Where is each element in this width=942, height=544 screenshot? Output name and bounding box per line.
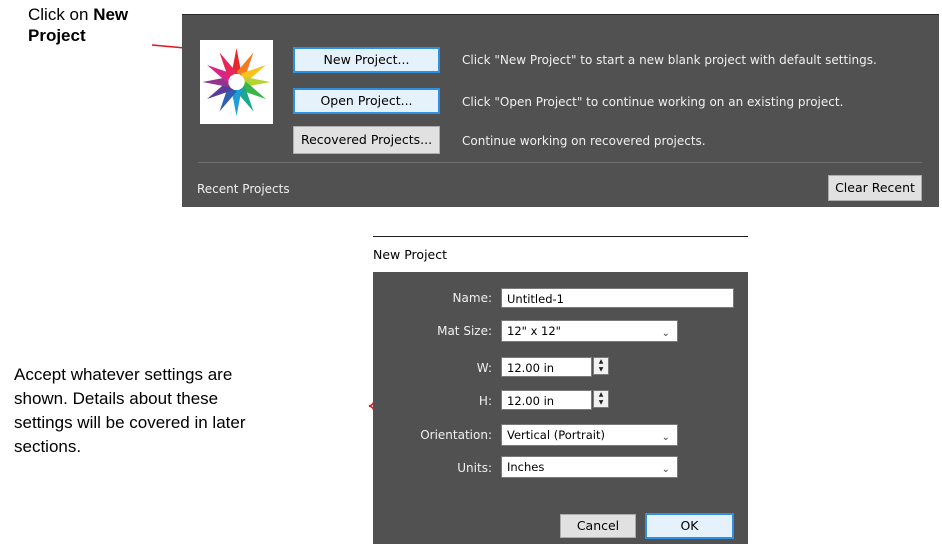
orientation-select[interactable]: Vertical (Portrait) ⌄ [501, 424, 678, 446]
units-select[interactable]: Inches ⌄ [501, 456, 678, 478]
height-stepper[interactable]: ▲ ▼ [593, 390, 609, 408]
stepper-down-icon[interactable]: ▼ [594, 366, 608, 374]
cancel-button[interactable]: Cancel [560, 514, 636, 538]
width-field[interactable]: 12.00 in [501, 357, 592, 377]
mat-size-value: 12" x 12" [507, 324, 561, 338]
chevron-down-icon: ⌄ [661, 432, 670, 443]
chevron-down-icon: ⌄ [661, 328, 670, 339]
dialog-title: New Project [373, 247, 448, 262]
width-label: W: [476, 361, 492, 375]
name-field[interactable]: Untitled-1 [501, 288, 734, 308]
height-field[interactable]: 12.00 in [501, 390, 592, 410]
orientation-label: Orientation: [420, 428, 492, 442]
mat-size-select[interactable]: 12" x 12" ⌄ [501, 320, 678, 342]
name-label: Name: [452, 291, 492, 305]
units-value: Inches [507, 460, 545, 474]
orientation-value: Vertical (Portrait) [507, 428, 605, 442]
stepper-up-icon[interactable]: ▲ [594, 358, 608, 366]
stepper-down-icon[interactable]: ▼ [594, 399, 608, 407]
height-label: H: [478, 394, 492, 408]
stepper-up-icon[interactable]: ▲ [594, 391, 608, 399]
chevron-down-icon: ⌄ [661, 464, 670, 475]
mat-size-label: Mat Size: [437, 324, 492, 338]
units-label: Units: [457, 461, 492, 475]
width-stepper[interactable]: ▲ ▼ [593, 357, 609, 375]
dialog-top-border [373, 236, 748, 237]
ok-button[interactable]: OK [645, 513, 734, 539]
